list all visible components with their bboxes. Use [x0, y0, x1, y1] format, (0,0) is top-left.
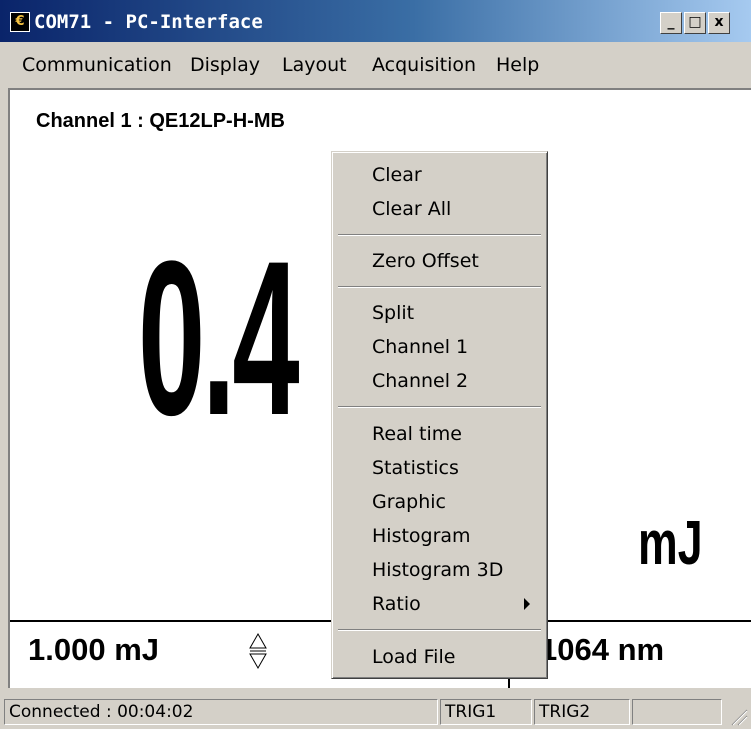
menu-layout[interactable]: Layout: [282, 54, 347, 76]
status-trig1: TRIG1: [440, 699, 532, 725]
status-bar: Connected : 00:04:02 TRIG1 TRIG2: [0, 694, 751, 729]
resize-grip-icon[interactable]: [728, 706, 748, 726]
submenu-arrow-icon: [524, 598, 530, 610]
menu-separator: [338, 629, 541, 631]
menu-separator: [338, 406, 541, 408]
menu-item-clear-all[interactable]: Clear All: [372, 198, 451, 220]
menu-help[interactable]: Help: [496, 54, 539, 76]
menu-item-histogram[interactable]: Histogram: [372, 525, 471, 547]
range-value: 1.000 mJ: [28, 632, 159, 667]
status-trig2: TRIG2: [534, 699, 630, 725]
menu-item-zero-offset[interactable]: Zero Offset: [372, 250, 479, 272]
menu-separator: [338, 234, 541, 236]
range-spin-icon[interactable]: [248, 632, 268, 670]
menu-item-channel-1[interactable]: Channel 1: [372, 336, 468, 358]
menu-item-ratio[interactable]: Ratio: [372, 593, 421, 615]
channel-label: Channel 1 : QE12LP-H-MB: [36, 110, 285, 132]
reading-digits: 0.4: [138, 215, 300, 461]
menu-display[interactable]: Display: [190, 54, 260, 76]
menu-item-graphic[interactable]: Graphic: [372, 491, 446, 513]
menu-item-histogram-3d[interactable]: Histogram 3D: [372, 559, 503, 581]
title-bar: € COM71 - PC-Interface _ □ x: [0, 0, 751, 42]
wavelength-value[interactable]: 1064 nm: [540, 632, 664, 668]
minimize-button[interactable]: _: [660, 12, 682, 34]
menu-item-statistics[interactable]: Statistics: [372, 457, 459, 479]
menu-item-real-time[interactable]: Real time: [372, 423, 462, 445]
menu-acquisition[interactable]: Acquisition: [372, 54, 476, 76]
window-title: COM71 - PC-Interface: [34, 11, 263, 33]
menu-item-channel-2[interactable]: Channel 2: [372, 370, 468, 392]
status-connection: Connected : 00:04:02: [4, 699, 438, 725]
reading-unit: mJ: [638, 509, 703, 578]
menu-separator: [338, 286, 541, 288]
menu-item-load-file[interactable]: Load File: [372, 646, 455, 668]
menu-item-clear[interactable]: Clear: [372, 164, 422, 186]
menu-item-split[interactable]: Split: [372, 302, 414, 324]
menu-communication[interactable]: Communication: [22, 54, 172, 76]
app-icon[interactable]: €: [10, 12, 30, 32]
menu-bar: Communication Display Layout Acquisition…: [0, 42, 751, 88]
maximize-button[interactable]: □: [684, 12, 706, 34]
close-button[interactable]: x: [708, 12, 730, 34]
context-menu: Clear Clear All Zero Offset Split Channe…: [331, 151, 548, 679]
status-empty-panel: [632, 699, 722, 725]
